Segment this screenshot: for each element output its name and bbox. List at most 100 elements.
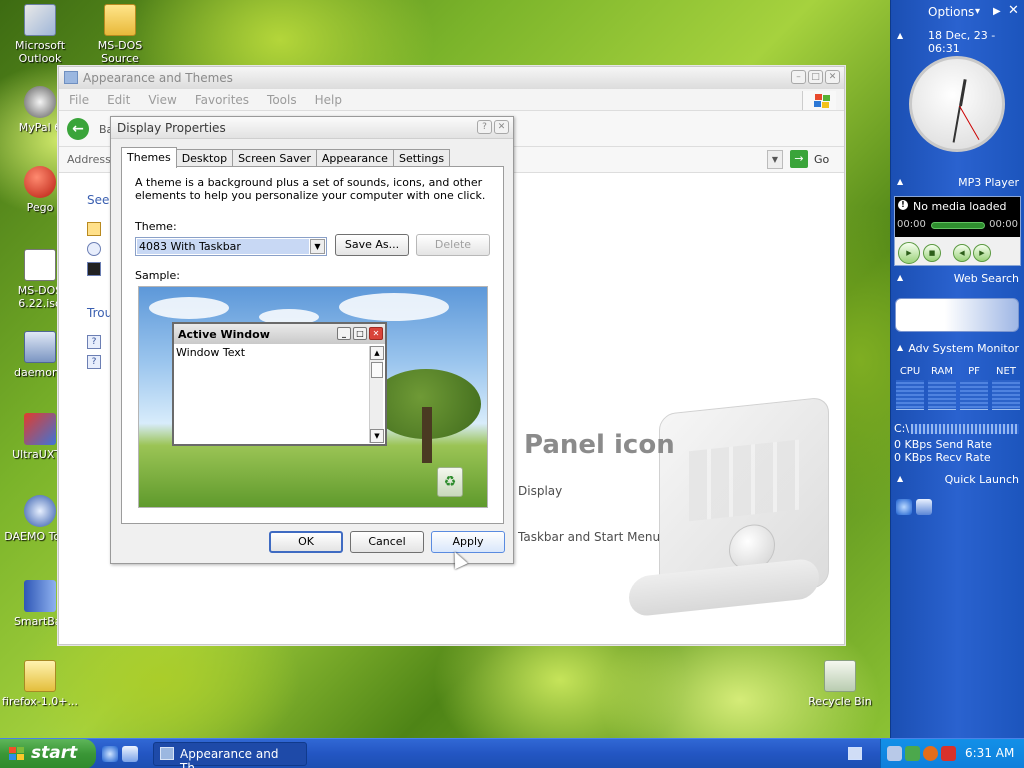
network-icon[interactable]: [887, 746, 902, 761]
maximize-button[interactable]: □: [808, 70, 823, 84]
themes-tab-panel: A theme is a background plus a set of so…: [121, 166, 504, 524]
theme-dropdown[interactable]: 4083 With Taskbar ▼: [135, 237, 327, 256]
media-elapsed: 00:00: [897, 219, 926, 230]
taskbar-start-menu-link[interactable]: Taskbar and Start Menu: [518, 530, 660, 544]
menu-view[interactable]: View: [148, 93, 176, 110]
show-desktop-icon[interactable]: [916, 499, 932, 515]
back-arrow-icon[interactable]: ←: [67, 118, 89, 140]
help-task-icon[interactable]: ?: [87, 335, 101, 349]
drive-usage-bar: [911, 424, 1019, 434]
theme-sample-preview: ♻ Active Window _ □ ✕ Window Text ▲ ▼: [138, 286, 488, 508]
troubleshooters-heading: Trou: [87, 306, 113, 320]
start-button[interactable]: start: [0, 739, 96, 768]
sample-maximize-icon: □: [353, 327, 367, 340]
menu-favorites[interactable]: Favorites: [195, 93, 249, 110]
dialog-close-button[interactable]: ✕: [494, 120, 509, 134]
theme-label: Theme:: [135, 220, 177, 233]
info-icon: !: [898, 200, 908, 210]
daemon-tools-icon: [24, 331, 56, 363]
stop-icon[interactable]: ■: [923, 244, 941, 262]
close-button[interactable]: ✕: [825, 70, 840, 84]
address-dropdown-icon[interactable]: ▼: [767, 150, 783, 169]
save-as-button[interactable]: Save As...: [335, 234, 409, 256]
delete-button[interactable]: Delete: [416, 234, 490, 256]
display-properties-dialog: Display Properties ? ✕ Themes Desktop Sc…: [110, 116, 514, 564]
daemon-tools-lightning-icon: [24, 495, 56, 527]
menu-bar: File Edit View Favorites Tools Help: [59, 89, 844, 111]
options-arrow-icon[interactable]: ▾: [975, 6, 980, 17]
alert-icon[interactable]: [941, 746, 956, 761]
tab-themes[interactable]: Themes: [121, 147, 177, 168]
quicklaunch-desktop-icon[interactable]: [122, 746, 138, 762]
taskbar-clock[interactable]: 6:31 AM: [965, 746, 1014, 760]
internet-explorer-icon[interactable]: [896, 499, 912, 515]
sample-minimize-icon: _: [337, 327, 351, 340]
display-task-icon[interactable]: [87, 262, 101, 276]
go-arrow-icon[interactable]: →: [790, 150, 808, 168]
apply-button[interactable]: Apply: [431, 531, 505, 553]
system-monitor-title: Adv System Monitor: [908, 342, 1019, 355]
play-icon[interactable]: ▶: [898, 242, 920, 264]
system-tray: 6:31 AM: [880, 739, 1024, 768]
desktop-icon-firefox-zip[interactable]: firefox-1.0+...: [0, 660, 80, 708]
explorer-titlebar[interactable]: Appearance and Themes – □ ✕: [59, 67, 844, 89]
search-tray-icon[interactable]: [923, 746, 938, 761]
cancel-button[interactable]: Cancel: [350, 531, 424, 553]
minimize-button[interactable]: –: [791, 70, 806, 84]
chevron-down-icon[interactable]: ▼: [310, 239, 325, 254]
sidebar-header: Options ▾ ▶ ✕: [891, 0, 1024, 26]
mouse-task-icon[interactable]: [87, 242, 101, 256]
sidebar-datetime: 18 Dec, 23 - 06:31: [928, 29, 996, 55]
desktop-icon-msdos-source[interactable]: MS-DOS Source: [80, 4, 160, 65]
pf-meter: [960, 380, 988, 410]
next-icon[interactable]: ▶: [973, 244, 991, 262]
security-icon[interactable]: [905, 746, 920, 761]
menu-edit[interactable]: Edit: [107, 93, 130, 110]
sample-active-window: Active Window _ □ ✕ Window Text ▲ ▼: [172, 322, 387, 446]
net-label: NET: [996, 366, 1016, 377]
media-total: 00:00: [989, 219, 1018, 230]
quicklaunch-ie-icon[interactable]: [102, 746, 118, 762]
media-seek-slider[interactable]: [931, 222, 985, 229]
previous-icon[interactable]: ◀: [953, 244, 971, 262]
sidebar-options-button[interactable]: Options: [928, 5, 974, 19]
keyboard-icon[interactable]: [848, 747, 862, 760]
address-label: Address: [67, 153, 111, 166]
ram-meter: [928, 380, 956, 410]
quick-launch-header[interactable]: ▲ Quick Launch: [891, 471, 1024, 489]
see-also-heading: See: [87, 193, 110, 207]
menu-file[interactable]: File: [69, 93, 89, 110]
help-task-icon-2[interactable]: ?: [87, 355, 101, 369]
ok-button[interactable]: OK: [269, 531, 343, 553]
explorer-title: Appearance and Themes: [83, 71, 233, 85]
web-search-header[interactable]: ▲ Web Search: [891, 270, 1024, 288]
sample-window-title: Active Window: [178, 328, 270, 341]
sample-window-text: Window Text: [176, 346, 246, 359]
web-search-input[interactable]: [895, 298, 1019, 332]
go-button[interactable]: Go: [814, 153, 829, 166]
recycle-bin-icon: [824, 660, 856, 692]
windows-flag-icon: [802, 91, 836, 110]
display-link[interactable]: Display: [518, 484, 562, 498]
desktop-icon-outlook[interactable]: Microsoft Outlook: [0, 4, 80, 65]
recycle-bin-preview-icon: ♻: [437, 467, 463, 497]
dialog-titlebar[interactable]: Display Properties ? ✕: [111, 117, 513, 139]
menu-help[interactable]: Help: [315, 93, 342, 110]
folder-task-icon[interactable]: [87, 222, 101, 236]
panel-icon-heading: Panel icon: [524, 430, 675, 460]
desktop-icon-recycle-bin[interactable]: Recycle Bin: [800, 660, 880, 708]
media-status: No media loaded: [913, 200, 1007, 213]
sidebar-next-icon[interactable]: ▶: [993, 6, 1001, 17]
sidebar-close-icon[interactable]: ✕: [1008, 3, 1019, 18]
outlook-icon: [24, 4, 56, 36]
control-panel-task-icon: [160, 747, 174, 760]
menu-tools[interactable]: Tools: [267, 93, 297, 110]
ram-label: RAM: [930, 366, 953, 377]
system-monitor-header[interactable]: ▲ Adv System Monitor: [891, 340, 1024, 358]
mp3-display: ! No media loaded 00:00 00:00: [895, 197, 1020, 237]
smartbar-icon: [24, 580, 56, 612]
mp3-player-header[interactable]: ▲ MP3 Player: [891, 174, 1024, 192]
help-button[interactable]: ?: [477, 120, 492, 134]
sample-label: Sample:: [135, 269, 180, 282]
taskbar-task-appearance-themes[interactable]: Appearance and Th...: [153, 742, 307, 768]
